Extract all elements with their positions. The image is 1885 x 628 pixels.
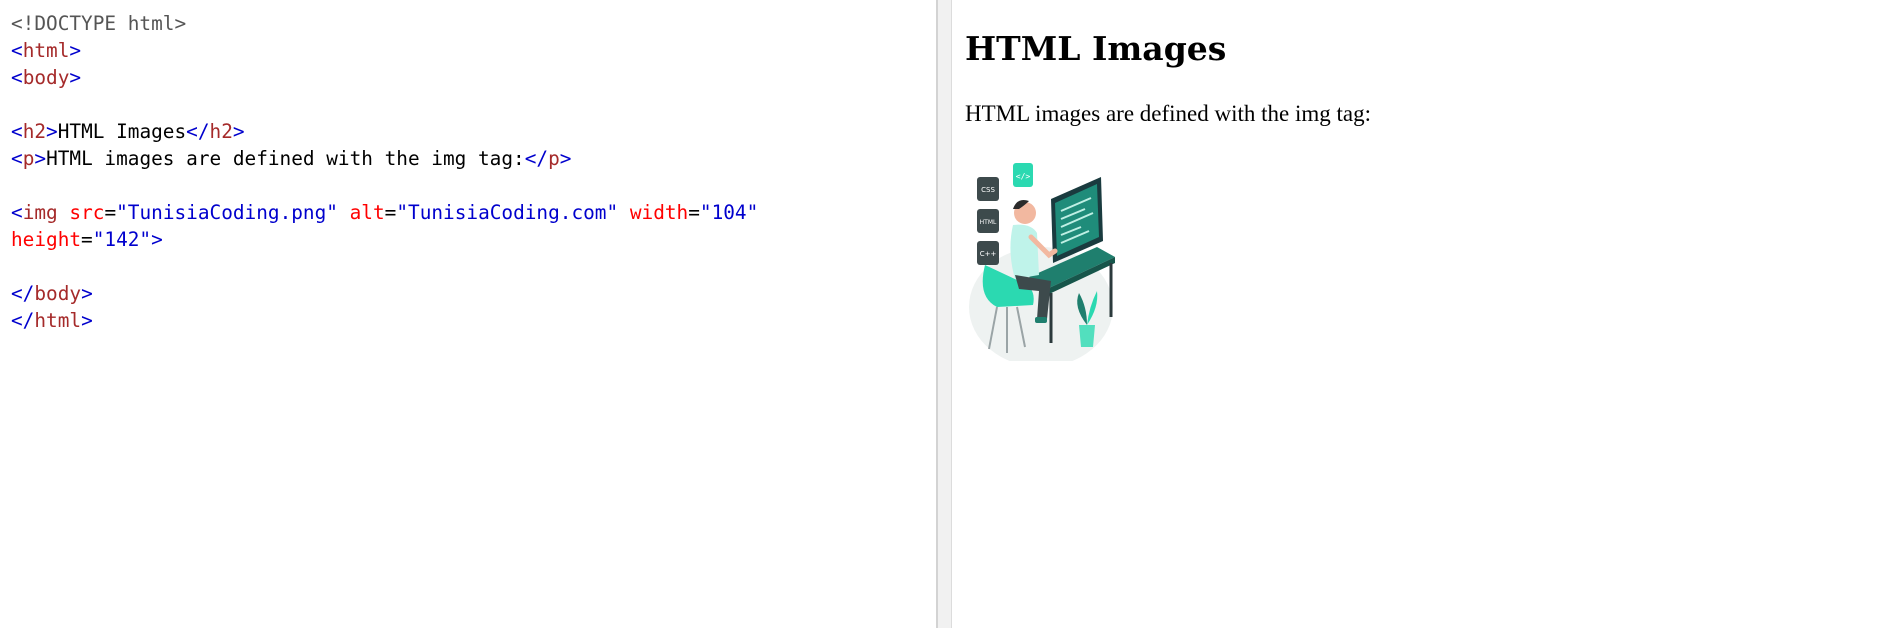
code-token: > <box>46 120 58 143</box>
code-token: > <box>151 228 163 251</box>
code-line: </body> <box>11 280 936 307</box>
code-token: </ <box>11 309 35 332</box>
badge-cpp-label: C++ <box>980 250 997 258</box>
code-token: alt <box>349 201 385 224</box>
code-token: html <box>34 309 82 332</box>
code-token: > <box>69 39 82 62</box>
code-token: "142" <box>92 228 152 251</box>
badge-html-label: HTML <box>980 219 997 226</box>
code-token: "TunisiaCoding.png" <box>116 201 338 224</box>
code-token: </ <box>11 282 35 305</box>
code-token: = <box>104 201 117 224</box>
code-token: body <box>34 282 82 305</box>
preview-heading: HTML Images <box>965 29 1227 68</box>
code-token: </ <box>524 147 549 170</box>
code-token: h2 <box>22 120 47 143</box>
code-token: < <box>11 201 23 224</box>
code-token: = <box>384 201 397 224</box>
code-token: > <box>81 309 93 332</box>
code-token: HTML images are defined with the img tag… <box>46 147 525 170</box>
developer-illustration-image: CSS HTML C++ </> <box>969 163 1115 361</box>
code-token: > <box>69 66 82 89</box>
code-line: <h2>HTML Images</h2> <box>11 118 936 145</box>
code-token: img <box>22 201 58 224</box>
code-token: "104" <box>699 201 759 224</box>
code-line: <img src="TunisiaCoding.png" alt="Tunisi… <box>11 199 936 226</box>
code-token: HTML Images <box>57 120 187 143</box>
code-token: width <box>629 201 689 224</box>
code-token: body <box>22 66 70 89</box>
preview-paragraph: HTML images are defined with the img tag… <box>965 101 1372 126</box>
result-preview-pane: HTML Images HTML images are defined with… <box>952 0 1885 628</box>
code-line: height="142"> <box>11 226 936 253</box>
badge-css-label: CSS <box>981 186 995 194</box>
code-line: <html> <box>11 37 936 64</box>
code-line: <!DOCTYPE html> <box>11 10 936 37</box>
code-token: "TunisiaCoding.com" <box>396 201 619 224</box>
code-token: = <box>81 228 93 251</box>
code-token: height <box>11 228 82 251</box>
code-line: <body> <box>11 64 936 91</box>
svg-text:</>: </> <box>1016 172 1031 181</box>
code-token: = <box>688 201 700 224</box>
code-token: <!DOCTYPE html> <box>11 12 187 35</box>
code-line: </html> <box>11 307 936 334</box>
code-token: src <box>69 201 105 224</box>
code-token: < <box>11 39 23 62</box>
code-token: < <box>11 66 23 89</box>
code-editor[interactable]: <!DOCTYPE html> <html> <body> <h2>HTML Imag… <box>0 0 936 334</box>
code-token: > <box>559 147 572 170</box>
code-token: h2 <box>209 120 233 143</box>
code-token: > <box>34 147 47 170</box>
code-token: > <box>81 282 93 305</box>
code-editor-pane[interactable]: <!DOCTYPE html> <html> <body> <h2>HTML Imag… <box>0 0 936 628</box>
code-token: </ <box>186 120 210 143</box>
code-token: > <box>232 120 245 143</box>
code-token: html <box>22 39 70 62</box>
code-token: < <box>11 147 23 170</box>
code-token: p <box>22 147 35 170</box>
code-line: <p>HTML images are defined with the img … <box>11 145 936 172</box>
code-token: < <box>11 120 23 143</box>
code-token: p <box>548 147 560 170</box>
pane-divider[interactable] <box>936 0 952 628</box>
